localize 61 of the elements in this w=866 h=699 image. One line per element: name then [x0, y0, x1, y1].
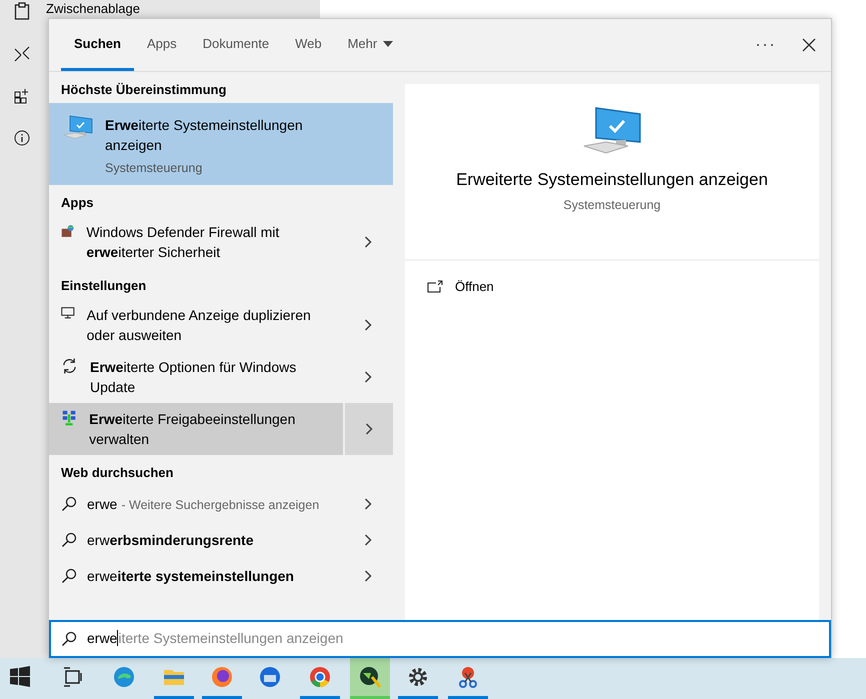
sidebar-item[interactable]: Zwischenablage: [46, 2, 140, 16]
open-action[interactable]: Öffnen: [427, 279, 494, 294]
result-item[interactable]: Erweiterte Optionen für Windows Update: [49, 351, 393, 403]
tab[interactable]: Web: [282, 19, 335, 71]
result-item[interactable]: Erweiterte Freigabeeinstellungen verwalten: [49, 403, 393, 455]
result-item[interactable]: Windows Defender Firewall mit erweiterter Sicherheit: [49, 216, 393, 268]
browser-icon: [112, 665, 136, 689]
add-grid-icon[interactable]: [14, 88, 30, 104]
sync-icon: [61, 357, 78, 375]
section-heading: Web durchsuchen: [60, 464, 174, 482]
web-suggestion[interactable]: erwe - Weitere Suchergebnisse anzeigen: [87, 494, 320, 514]
more-icon: [756, 43, 774, 47]
search-text: erwe: [87, 630, 118, 646]
search-icon: [61, 568, 77, 584]
computer-icon: [63, 115, 93, 139]
settings-icon: [406, 665, 430, 689]
autocomplete-suggestion: iterte Systemeinstellungen anzeigen: [118, 630, 344, 646]
collapse-icon[interactable]: [14, 46, 30, 62]
result-title: Erweiterte Freigabeeinstellungen verwalten: [89, 410, 296, 449]
search-field[interactable]: erweiterte Systemeinstellungen anzeigen: [49, 620, 831, 658]
globe-icon: [358, 665, 382, 689]
close-icon: [802, 38, 816, 52]
web-suggestion[interactable]: erwerbsminderungsrente: [87, 530, 254, 550]
chevron-right-icon: [364, 570, 372, 582]
chevron-right-icon: [364, 236, 372, 248]
network-icon: [61, 409, 78, 427]
best-match-result[interactable]: Erweiterte Systemeinstellungen anzeigen Systemsteuerung: [49, 103, 393, 185]
chevron-right-icon: [365, 423, 373, 435]
result-title: Auf verbundene Anzeige duplizieren oder ausweiten: [86, 306, 312, 345]
section-heading: Einstellungen: [60, 277, 148, 295]
browser-icon: [210, 665, 234, 689]
result-item[interactable]: Auf verbundene Anzeige duplizieren oder ausweiten: [49, 299, 393, 351]
browser-icon: [308, 665, 332, 689]
result-title: Windows Defender Firewall mit erweiterter Sicherheit: [86, 223, 280, 262]
search-icon: [61, 496, 77, 512]
taskbar-button[interactable]: [350, 658, 390, 699]
chevron-right-icon: [364, 371, 372, 383]
web-suggestion[interactable]: erweiterte systemeinstellungen: [87, 566, 294, 586]
mail-app-icon: [258, 665, 282, 689]
tab[interactable]: Mehr: [334, 19, 406, 71]
section-heading: Apps: [60, 194, 94, 212]
result-subtitle: Systemsteuerung: [105, 161, 204, 175]
result-title: Erweiterte Optionen für Windows Update: [90, 358, 298, 397]
section-heading: Höchste Übereinstimmung: [60, 81, 228, 99]
chevron-right-icon: [364, 319, 372, 331]
search-icon: [61, 631, 77, 647]
chevron-right-icon: [364, 534, 372, 546]
result-title: Erweiterte Systemeinstellungen anzeigen: [105, 116, 304, 155]
info-icon[interactable]: [14, 130, 30, 146]
tab[interactable]: Dokumente: [190, 19, 282, 71]
tab[interactable]: Suchen: [61, 19, 134, 71]
tab[interactable]: Apps: [134, 19, 190, 71]
preview-title: Erweiterte Systemeinstellungen anzeigen: [456, 170, 768, 190]
open-window-icon: [427, 280, 443, 293]
preview-subtitle: Systemsteuerung: [563, 198, 661, 212]
chevron-right-icon: [364, 498, 372, 510]
windows-logo-icon: [8, 665, 32, 689]
computer-icon: [582, 106, 642, 154]
monitor-icon: [61, 305, 75, 321]
search-icon: [61, 532, 77, 548]
scissors-icon: [456, 665, 480, 689]
